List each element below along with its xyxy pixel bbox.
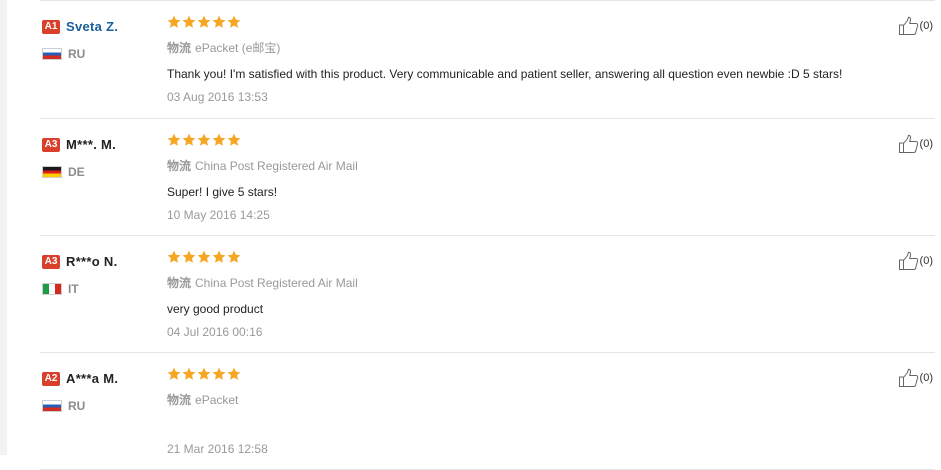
helpful-count: (0) bbox=[919, 138, 933, 150]
buyer-country: RU bbox=[42, 45, 162, 61]
thumbs-up-icon[interactable] bbox=[898, 368, 920, 388]
logistics-label: 物流 bbox=[167, 159, 192, 173]
star-icon bbox=[182, 250, 196, 263]
star-rating bbox=[167, 15, 867, 32]
star-icon bbox=[227, 133, 241, 146]
country-code: DE bbox=[68, 164, 85, 179]
star-icon bbox=[212, 133, 226, 146]
helpful-control: (0) bbox=[898, 134, 933, 154]
star-icon bbox=[182, 367, 196, 380]
star-icon bbox=[212, 250, 226, 263]
helpful-count: (0) bbox=[919, 20, 933, 32]
review-date: 21 Mar 2016 12:58 bbox=[167, 442, 268, 456]
star-icon bbox=[197, 367, 211, 380]
buyer-info: A1 Sveta Z. RU bbox=[42, 18, 162, 61]
buyer-country: DE bbox=[42, 163, 162, 179]
country-code: RU bbox=[68, 46, 86, 61]
logistics-info: 物流 ePacket (e邮宝) bbox=[167, 39, 867, 56]
logistics-method: China Post Registered Air Mail bbox=[195, 159, 358, 173]
review-body: 物流 ePacket (e邮宝) Thank you! I'm satisfied… bbox=[167, 15, 867, 104]
thumbs-up-icon[interactable] bbox=[898, 251, 920, 271]
logistics-method: China Post Registered Air Mail bbox=[195, 276, 358, 290]
review-body: 物流 ePacket 21 Mar 2016 12:58 bbox=[167, 367, 867, 456]
country-code: IT bbox=[68, 281, 79, 296]
feedback-list: A1 Sveta Z. RU 物流 ePacket (e邮宝) Thank you!… bbox=[40, 0, 935, 470]
star-icon bbox=[167, 15, 181, 28]
logistics-label: 物流 bbox=[167, 276, 192, 290]
logistics-info: 物流 ePacket bbox=[167, 391, 867, 408]
buyer-level-badge: A3 bbox=[42, 137, 60, 152]
feedback-item: A2 A***a M. RU 物流 ePacket 21 Mar 2016 12:5… bbox=[40, 353, 935, 470]
star-icon bbox=[182, 133, 196, 146]
review-comment: Super! I give 5 stars! bbox=[167, 185, 278, 199]
review-comment: very good product bbox=[167, 302, 264, 316]
helpful-control: (0) bbox=[898, 251, 933, 271]
feedback-item: A3 R***o N. IT 物流 China Post Registered Ai… bbox=[40, 236, 935, 353]
helpful-count: (0) bbox=[919, 372, 933, 384]
review-date: 10 May 2016 14:25 bbox=[167, 208, 270, 222]
logistics-method: ePacket bbox=[195, 393, 239, 407]
star-icon bbox=[182, 15, 196, 28]
review-date: 03 Aug 2016 13:53 bbox=[167, 90, 268, 104]
star-icon bbox=[227, 367, 241, 380]
helpful-count: (0) bbox=[919, 255, 933, 267]
buyer-level-badge: A3 bbox=[42, 254, 60, 269]
logistics-method: ePacket (e邮宝) bbox=[195, 41, 281, 55]
star-rating bbox=[167, 133, 867, 150]
star-icon bbox=[197, 15, 211, 28]
star-icon bbox=[197, 133, 211, 146]
buyer-info: A3 R***o N. IT bbox=[42, 253, 162, 296]
star-icon bbox=[167, 367, 181, 380]
feedback-item: A3 M***. M. DE 物流 China Post Registered Ai… bbox=[40, 119, 935, 236]
helpful-control: (0) bbox=[898, 16, 933, 36]
review-comment bbox=[167, 419, 867, 433]
star-icon bbox=[227, 15, 241, 28]
star-rating bbox=[167, 367, 867, 384]
buyer-name: A***a M. bbox=[66, 371, 119, 387]
logistics-info: 物流 China Post Registered Air Mail bbox=[167, 157, 867, 174]
buyer-level-badge: A2 bbox=[42, 371, 60, 386]
review-date: 04 Jul 2016 00:16 bbox=[167, 325, 263, 339]
buyer-info: A2 A***a M. RU bbox=[42, 370, 162, 413]
buyer-name: M***. M. bbox=[66, 137, 117, 153]
buyer-country: IT bbox=[42, 280, 162, 296]
buyer-country: RU bbox=[42, 397, 162, 413]
logistics-info: 物流 China Post Registered Air Mail bbox=[167, 274, 867, 291]
star-icon bbox=[212, 367, 226, 380]
logistics-label: 物流 bbox=[167, 393, 192, 407]
thumbs-up-icon[interactable] bbox=[898, 134, 920, 154]
left-gutter bbox=[0, 0, 7, 455]
germany-flag-icon bbox=[42, 165, 62, 178]
helpful-control: (0) bbox=[898, 368, 933, 388]
buyer-level-badge: A1 bbox=[42, 19, 60, 34]
buyer-name: R***o N. bbox=[66, 254, 118, 270]
star-icon bbox=[212, 15, 226, 28]
country-code: RU bbox=[68, 398, 86, 413]
star-rating bbox=[167, 250, 867, 267]
review-body: 物流 China Post Registered Air Mail very go… bbox=[167, 250, 867, 339]
buyer-name-link[interactable]: Sveta Z. bbox=[66, 19, 118, 34]
star-icon bbox=[227, 250, 241, 263]
italy-flag-icon bbox=[42, 282, 62, 295]
star-icon bbox=[167, 250, 181, 263]
russia-flag-icon bbox=[42, 399, 62, 412]
review-body: 物流 China Post Registered Air Mail Super! … bbox=[167, 133, 867, 222]
feedback-item: A1 Sveta Z. RU 物流 ePacket (e邮宝) Thank you!… bbox=[40, 0, 935, 119]
russia-flag-icon bbox=[42, 47, 62, 60]
review-comment: Thank you! I'm satisfied with this produ… bbox=[167, 67, 843, 81]
logistics-label: 物流 bbox=[167, 41, 192, 55]
star-icon bbox=[167, 133, 181, 146]
thumbs-up-icon[interactable] bbox=[898, 16, 920, 36]
buyer-info: A3 M***. M. DE bbox=[42, 136, 162, 179]
star-icon bbox=[197, 250, 211, 263]
